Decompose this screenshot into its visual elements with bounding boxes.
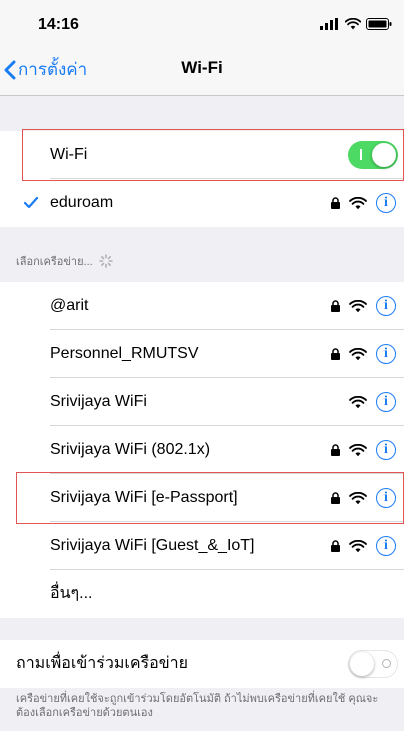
network-name: Personnel_RMUTSV	[50, 345, 199, 362]
lock-icon	[331, 540, 340, 552]
navigation-bar: การตั้งค่า Wi-Fi	[0, 40, 404, 96]
checkmark-icon	[24, 197, 38, 209]
network-name: Srivijaya WiFi [Guest_&_IoT]	[50, 537, 255, 554]
lock-icon	[331, 348, 340, 360]
network-name: Srivijaya WiFi	[50, 393, 147, 410]
networks-section-header: เลือกเครือข่าย...	[16, 252, 113, 270]
ask-to-join-row: ถามเพื่อเข้าร่วมเครือข่าย	[0, 640, 404, 688]
info-icon[interactable]: i	[376, 193, 396, 213]
wifi-status-icon	[345, 18, 361, 30]
connected-network-row[interactable]: eduroam i	[0, 179, 404, 227]
network-row[interactable]: Srivijaya WiFi [Guest_&_IoT] i	[0, 522, 404, 570]
ask-to-join-label: ถามเพื่อเข้าร่วมเครือข่าย	[16, 655, 189, 672]
status-bar: 14:16	[0, 0, 404, 40]
network-row[interactable]: Srivijaya WiFi (802.1x) i	[0, 426, 404, 474]
highlight-box-e-passport	[16, 472, 404, 524]
ask-to-join-footer: เครือข่ายที่เคยใช้จะถูกเข้าร่วมโดยอัตโนม…	[16, 693, 379, 719]
page-title: Wi-Fi	[181, 58, 223, 77]
loading-spinner-icon	[98, 254, 113, 268]
highlight-box-wifi-toggle	[22, 129, 404, 181]
lock-icon	[331, 444, 340, 456]
info-icon[interactable]: i	[376, 440, 396, 460]
info-icon[interactable]: i	[376, 296, 396, 316]
battery-icon	[366, 18, 392, 30]
lock-icon	[331, 197, 340, 209]
wifi-signal-icon	[349, 395, 367, 408]
network-name: @arit	[50, 297, 89, 314]
status-time: 14:16	[38, 16, 79, 33]
info-icon[interactable]: i	[376, 536, 396, 556]
lock-icon	[331, 300, 340, 312]
connected-network-name: eduroam	[50, 194, 114, 211]
wifi-signal-icon	[349, 539, 367, 552]
ask-to-join-toggle[interactable]	[348, 650, 398, 678]
network-row[interactable]: Srivijaya WiFi i	[0, 378, 404, 426]
network-row[interactable]: Personnel_RMUTSV i	[0, 330, 404, 378]
wifi-signal-icon	[349, 347, 367, 360]
other-network-row[interactable]: อื่นๆ...	[0, 570, 404, 618]
network-row[interactable]: @arit i	[0, 282, 404, 330]
wifi-signal-icon	[349, 299, 367, 312]
cellular-signal-icon	[320, 18, 338, 30]
info-icon[interactable]: i	[376, 392, 396, 412]
other-network-label: อื่นๆ...	[50, 585, 93, 602]
wifi-signal-icon	[349, 443, 367, 456]
network-name: Srivijaya WiFi (802.1x)	[50, 441, 211, 458]
info-icon[interactable]: i	[376, 344, 396, 364]
wifi-signal-icon	[349, 196, 367, 209]
